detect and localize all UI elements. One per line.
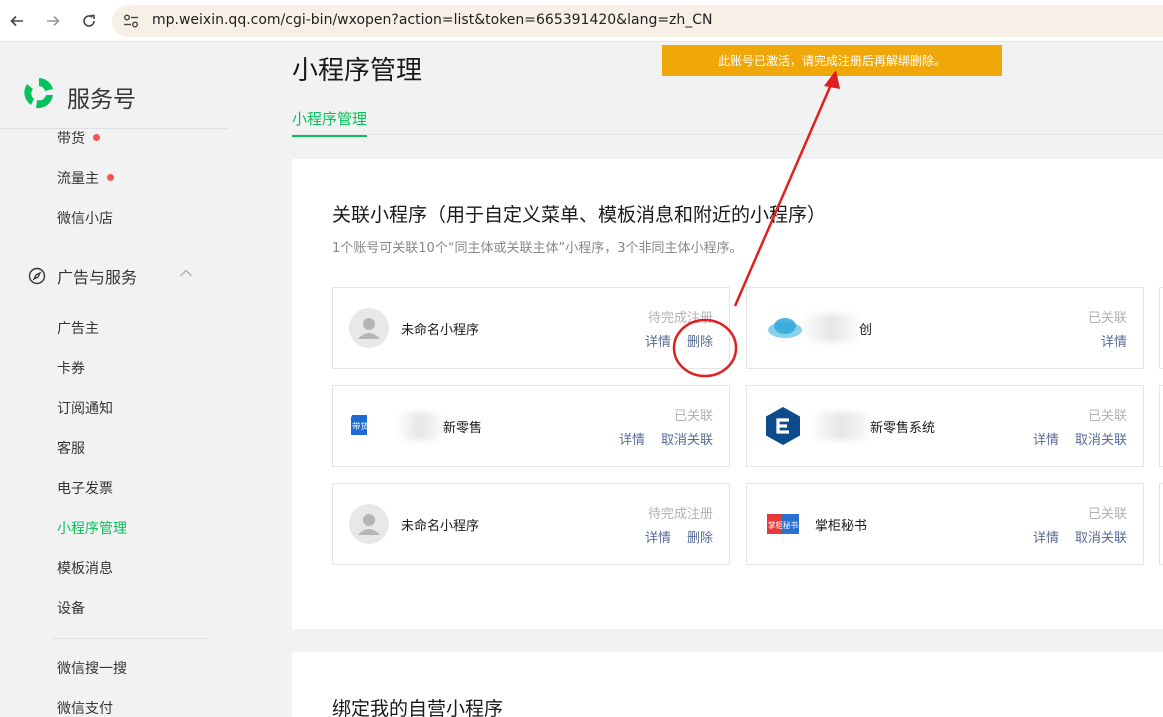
default-avatar-icon xyxy=(349,308,389,348)
chevron-up-icon[interactable] xyxy=(179,268,193,278)
unlink-link[interactable]: 取消关联 xyxy=(1075,527,1127,546)
miniprogram-name: 未命名小程序 xyxy=(401,323,480,338)
miniprogram-card: 未命名小程序 待完成注册 详情 删除 xyxy=(332,287,730,369)
reload-icon xyxy=(83,14,95,27)
compass-icon xyxy=(28,267,46,285)
wechat-service-logo-icon xyxy=(24,78,53,109)
sidebar-item-devices[interactable]: 设备 xyxy=(57,598,85,618)
miniprogram-card: 带货秘书 新零售 已关联 详情 取消关联 xyxy=(332,385,730,467)
miniprogram-name: 新零售 xyxy=(443,421,483,436)
zhanggui-mishu-logo-icon: 掌柜秘书 xyxy=(767,514,799,534)
miniprogram-name: 创 xyxy=(859,323,873,338)
warning-banner: 此账号已激活，请完成注册后再解绑删除。 xyxy=(662,45,1002,76)
delete-link[interactable]: 删除 xyxy=(687,331,713,350)
page-title: 小程序管理 xyxy=(292,56,423,86)
sidebar-item-subscription-notice[interactable]: 订阅通知 xyxy=(57,398,113,418)
details-link[interactable]: 详情 xyxy=(1101,331,1127,350)
status-label: 已关联 xyxy=(1087,409,1127,424)
details-link[interactable]: 详情 xyxy=(619,429,645,448)
details-link[interactable]: 详情 xyxy=(645,527,671,546)
back-arrow-icon xyxy=(10,15,23,27)
sidebar-item-weixin-pay[interactable]: 微信支付 xyxy=(57,698,113,717)
back-button[interactable] xyxy=(6,10,28,32)
unlink-link[interactable]: 取消关联 xyxy=(661,429,713,448)
status-label: 待完成注册 xyxy=(647,311,713,326)
miniprogram-card-clipped xyxy=(1159,287,1163,369)
details-link[interactable]: 详情 xyxy=(1033,527,1059,546)
browser-toolbar: mp.weixin.qq.com/cgi-bin/wxopen?action=l… xyxy=(0,0,1163,42)
section-title: 绑定我的自营小程序 xyxy=(332,698,504,717)
sidebar-item-advertiser[interactable]: 广告主 xyxy=(57,318,99,338)
details-link[interactable]: 详情 xyxy=(645,331,671,350)
sidebar: 服务号 带货 流量主 微信小店 广告与服务 广告主 卡券 订阅通知 客服 电子发… xyxy=(0,42,228,717)
forward-button[interactable] xyxy=(42,10,64,32)
url-text[interactable]: mp.weixin.qq.com/cgi-bin/wxopen?action=l… xyxy=(152,12,713,28)
blurred-name xyxy=(805,314,857,342)
reload-button[interactable] xyxy=(78,10,100,32)
red-dot-badge xyxy=(93,134,100,141)
blurred-name xyxy=(399,412,441,440)
sidebar-item-daihuo[interactable]: 带货 xyxy=(57,128,100,148)
sidebar-item-miniprogram-management[interactable]: 小程序管理 xyxy=(57,518,127,538)
site-settings-icon[interactable] xyxy=(122,13,140,29)
miniprogram-card-clipped xyxy=(1159,385,1163,467)
miniprogram-card: 掌柜秘书 掌柜秘书 已关联 详情 取消关联 xyxy=(746,483,1144,565)
sidebar-item-weixin-shop[interactable]: 微信小店 xyxy=(57,208,113,228)
red-dot-badge xyxy=(107,174,114,181)
sidebar-divider xyxy=(52,638,210,639)
miniprogram-card: 未命名小程序 待完成注册 详情 删除 xyxy=(332,483,730,565)
default-avatar-icon xyxy=(349,504,389,544)
delete-link[interactable]: 删除 xyxy=(687,527,713,546)
miniprogram-card-clipped xyxy=(1159,483,1163,565)
status-label: 已关联 xyxy=(1087,311,1127,326)
unlink-link[interactable]: 取消关联 xyxy=(1075,429,1127,448)
miniprogram-name: 掌柜秘书 xyxy=(815,519,868,534)
e-hexagon-logo-icon xyxy=(766,407,800,445)
address-bar[interactable]: mp.weixin.qq.com/cgi-bin/wxopen?action=l… xyxy=(112,5,1163,37)
svg-text:带货秘书: 带货秘书 xyxy=(352,421,386,431)
status-label: 已关联 xyxy=(1087,507,1127,522)
sidebar-group-ads-services[interactable]: 广告与服务 xyxy=(28,264,137,288)
sidebar-divider xyxy=(0,128,228,129)
miniprogram-name: 未命名小程序 xyxy=(401,519,480,534)
section-title: 关联小程序（用于自定义菜单、模板消息和附近的小程序） xyxy=(332,204,827,226)
sidebar-item-e-invoice[interactable]: 电子发票 xyxy=(57,478,113,498)
forward-arrow-icon xyxy=(47,15,60,27)
svg-text:掌柜秘书: 掌柜秘书 xyxy=(768,520,798,530)
sidebar-item-coupons[interactable]: 卡券 xyxy=(57,358,85,378)
tab-divider xyxy=(292,134,1163,135)
cloud-logo-icon xyxy=(768,318,802,338)
brand-title: 服务号 xyxy=(67,87,136,113)
miniprogram-card: 新零售系统 已关联 详情 取消关联 xyxy=(746,385,1144,467)
status-label: 已关联 xyxy=(673,409,713,424)
blurred-name xyxy=(813,412,869,440)
section-description: 1个账号可关联10个“同主体或关联主体”小程序，3个非同主体小程序。 xyxy=(332,241,743,256)
tab-miniprogram-management[interactable]: 小程序管理 xyxy=(292,108,368,137)
daihuo-mishu-logo-icon: 带货秘书 xyxy=(351,415,387,435)
miniprogram-name: 新零售系统 xyxy=(870,421,936,436)
miniprogram-card: 创 已关联 详情 xyxy=(746,287,1144,369)
sidebar-item-customer-service[interactable]: 客服 xyxy=(57,438,85,458)
status-label: 待完成注册 xyxy=(647,507,713,522)
sidebar-item-weixin-search[interactable]: 微信搜一搜 xyxy=(57,658,127,678)
details-link[interactable]: 详情 xyxy=(1033,429,1059,448)
sidebar-item-template-message[interactable]: 模板消息 xyxy=(57,558,113,578)
sidebar-item-liuliangzhu[interactable]: 流量主 xyxy=(57,168,114,188)
